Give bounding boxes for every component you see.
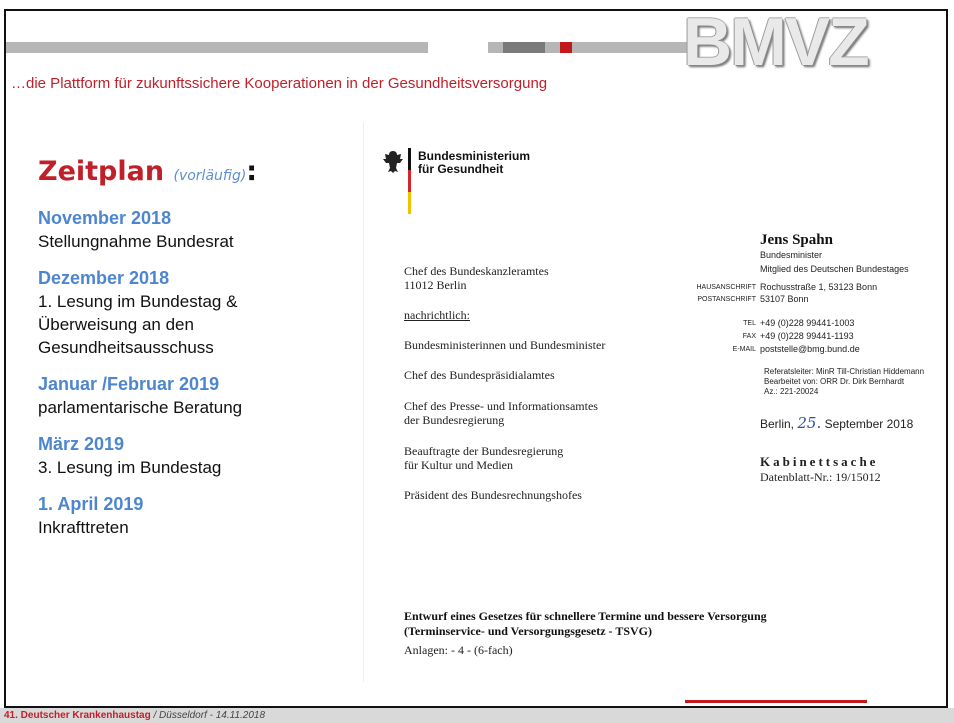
footer: 41. Deutscher Krankenhaustag / Düsseldor… [0, 708, 954, 723]
postal-label: POSTANSCHRIFT [697, 296, 756, 303]
agenda-entry-date: März 2019 [38, 434, 125, 454]
agenda-entry: 1. April 2019 Inkrafttreten [38, 493, 338, 539]
footer-accent-bar [685, 700, 867, 703]
agenda-entry: Dezember 2018 1. Lesung im Bundestag & Ü… [38, 267, 338, 359]
recipient-line: Chef des Bundeskanzleramtes [404, 264, 549, 278]
bearbeitet-line: Bearbeitet von: ORR Dr. Dirk Bernhardt [764, 377, 905, 386]
bmvz-logo: BMVZ [683, 4, 870, 80]
kabinettsache-label: Kabinettsache [760, 454, 879, 469]
email-value: poststelle@bmg.bund.de [760, 344, 860, 354]
cc-item: Bundesministerinnen und Bundesminister [404, 338, 606, 352]
letter-document: Bundesministerium für Gesundheit Chef de… [364, 122, 944, 682]
agenda-title-colon: : [246, 156, 258, 187]
header-rule [6, 42, 692, 53]
date-suffix: September 2018 [824, 417, 914, 431]
agenda-entry-date: November 2018 [38, 208, 172, 228]
letter-date: Berlin, 25. September 2018 [760, 414, 913, 432]
cc-item: Chef des Presse- und Informationsamtes d… [404, 399, 598, 427]
header-rule-grey-block [503, 42, 545, 53]
sender-role: Mitglied des Deutschen Bundestages [760, 264, 909, 274]
datenblatt-number: Datenblatt-Nr.: 19/15012 [760, 470, 881, 484]
footer-event: 41. Deutscher Krankenhaustag [4, 710, 151, 721]
address-value: Rochusstraße 1, 53123 Bonn [760, 282, 878, 292]
tagline: …die Plattform für zukunftssichere Koope… [11, 75, 548, 92]
agenda-entry-date: Januar /Februar 2019 [38, 374, 220, 394]
agenda-title-note: (vorläufig) [173, 168, 247, 184]
fax-label: FAX [742, 333, 756, 340]
agenda-title: Zeitplan (vorläufig): [38, 155, 338, 193]
agenda-entry-text: 1. Lesung im Bundestag & Überweisung an … [38, 292, 238, 357]
cc-label: nachrichtlich: [404, 308, 470, 322]
date-prefix: Berlin, [760, 417, 795, 431]
referat-line: Referatsleiter: MinR Till-Christian Hidd… [764, 367, 925, 376]
recipient-line: 11012 Berlin [404, 278, 467, 292]
cc-item: Chef des Bundespräsidialamtes [404, 368, 555, 382]
header-rule-red-block [560, 42, 572, 53]
cc-item: Präsident des Bundesrechnungshofes [404, 488, 582, 502]
cc-item: Beauftragte der Bundesregierung für Kult… [404, 444, 564, 472]
postal-value: 53107 Bonn [760, 294, 809, 304]
ministry-name: Bundesministerium für Gesundheit [418, 149, 531, 176]
sender-title: Bundesminister [760, 250, 823, 260]
footer-place-date: / Düsseldorf - 14.11.2018 [150, 710, 266, 721]
fax-value: +49 (0)228 99441-1193 [760, 331, 854, 341]
agenda-entry-text: parlamentarische Beratung [38, 398, 243, 417]
agenda-title-text: Zeitplan [38, 156, 165, 187]
agenda: Zeitplan (vorläufig): November 2018 Stel… [38, 155, 338, 539]
letter-attachments: Anlagen: - 4 - (6-fach) [404, 643, 513, 657]
date-day-handwritten: 25. [797, 414, 822, 432]
agenda-entry: November 2018 Stellungnahme Bundesrat [38, 207, 338, 253]
az-line: Az.: 221-20024 [764, 387, 819, 396]
header-rule-gap [428, 42, 488, 53]
tel-value: +49 (0)228 99441-1003 [760, 318, 855, 328]
agenda-entry: Januar /Februar 2019 parlamentarische Be… [38, 373, 338, 419]
federal-eagle-icon [382, 150, 404, 180]
agenda-entry-text: Stellungnahme Bundesrat [38, 232, 234, 251]
sender-name: Jens Spahn [760, 232, 833, 248]
email-label: E-MAIL [732, 346, 756, 353]
agenda-entry-text: Inkrafttreten [38, 518, 129, 537]
german-flag-stripe [408, 148, 411, 214]
letter-subject: Entwurf eines Gesetzes für schnellere Te… [404, 609, 767, 638]
tel-label: TEL [743, 320, 756, 327]
agenda-entry-date: Dezember 2018 [38, 268, 170, 288]
agenda-entry-date: 1. April 2019 [38, 494, 144, 514]
address-label: HAUSANSCHRIFT [696, 284, 756, 291]
agenda-entry-text: 3. Lesung im Bundestag [38, 458, 222, 477]
agenda-entry: März 2019 3. Lesung im Bundestag [38, 433, 338, 479]
